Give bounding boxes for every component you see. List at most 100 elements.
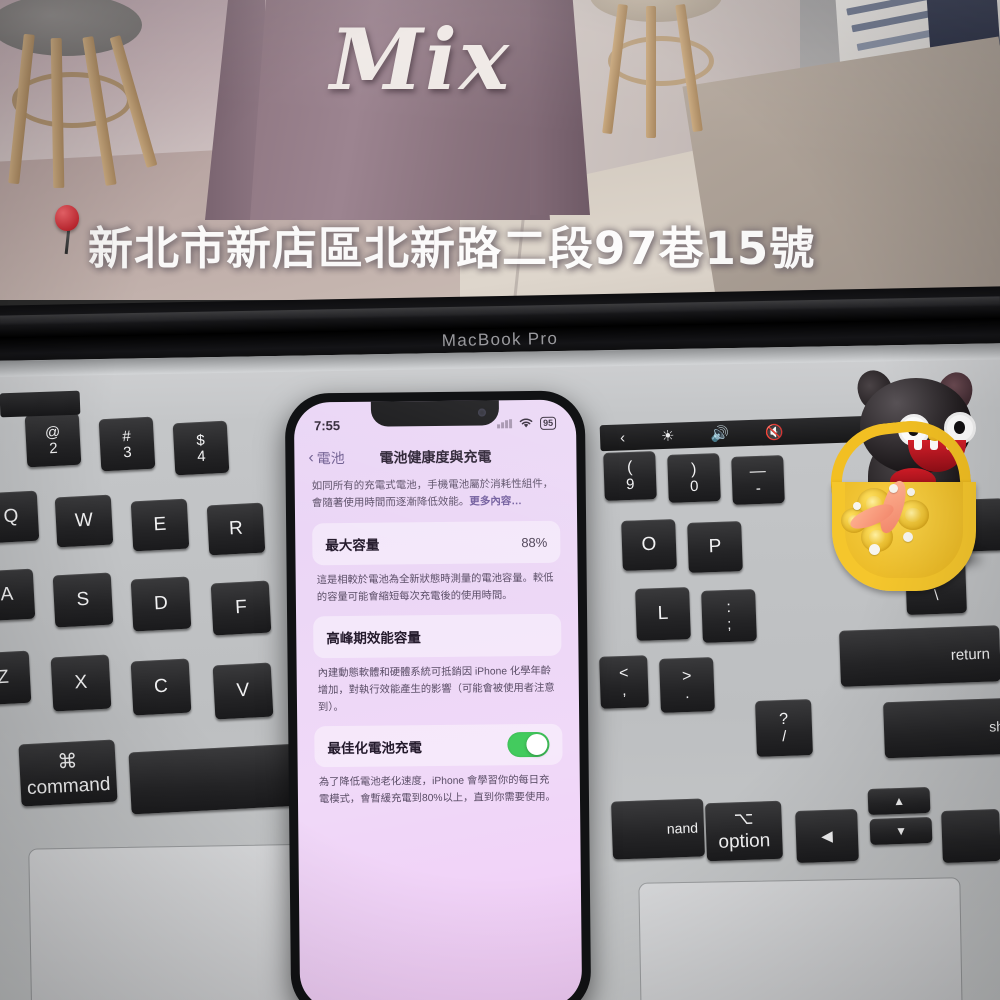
key-option-right-label: option (718, 830, 771, 853)
key-command-right[interactable]: nand (611, 798, 705, 860)
key-2[interactable]: @ 2 (24, 412, 82, 468)
trackpad-right[interactable] (638, 877, 964, 1000)
toggle-knob (526, 734, 548, 756)
key-command-right-label: nand (666, 819, 699, 837)
brightness-icon[interactable]: ☀ (661, 427, 675, 444)
peak-performance-note: 內建動態軟體和硬體系統可抵銷因 iPhone 化學年齡增加，對執行效能產生的影響… (317, 666, 555, 713)
key-a-label: A (0, 583, 14, 606)
wifi-icon (519, 418, 533, 428)
mix-store-sign: Mix (330, 10, 511, 109)
key-command-left[interactable]: ⌘ command (18, 739, 118, 807)
key-a[interactable]: A (0, 568, 36, 622)
key-3-top: # (122, 428, 132, 446)
key-arrow-up[interactable]: ▲ (867, 786, 931, 816)
key-z[interactable]: Z (0, 650, 32, 706)
maximum-capacity-note: 這是相較於電池為全新狀態時測量的電池容量。較低的容量可能會縮短每次充電後的使用時… (316, 572, 554, 603)
key-minus-bottom: - (755, 479, 762, 497)
option-glyph-icon: ⌥ (733, 808, 754, 829)
key-comma[interactable]: < , (599, 655, 649, 709)
key-4-top: $ (196, 432, 206, 450)
bar-stool-right (580, 0, 740, 160)
more-info-link[interactable]: 更多內容… (469, 495, 522, 508)
status-indicators: 95 (497, 416, 557, 430)
key-2-top: @ (44, 423, 61, 442)
key-c[interactable]: C (130, 658, 192, 716)
iphone-device: 7:55 95 ‹ 電池 電池健康度與充電 如同所有的充電式電池，手機電池屬於消… (284, 390, 592, 1000)
key-q-label: Q (3, 505, 19, 528)
garnish-2 (903, 532, 913, 542)
key-4[interactable]: $ 4 (172, 420, 230, 476)
key-arrow-right[interactable] (941, 809, 1000, 863)
key-0-bottom: 0 (689, 477, 699, 495)
key-r-label: R (228, 517, 244, 540)
garnish-3 (869, 544, 880, 555)
key-x-label: X (74, 671, 88, 694)
key-9[interactable]: ( 9 (603, 451, 657, 501)
key-backslash-bottom: \ (933, 586, 939, 604)
key-q[interactable]: Q (0, 490, 40, 544)
key-w[interactable]: W (54, 494, 114, 548)
key-comma-bottom: , (621, 681, 627, 699)
arrow-left-icon: ◀ (820, 827, 834, 846)
peak-performance-label: 高峰期效能容量 (326, 630, 421, 647)
key-o[interactable]: O (621, 519, 677, 571)
status-bar: 7:55 95 (294, 412, 576, 437)
key-arrow-left[interactable]: ◀ (795, 808, 859, 864)
photo-scene: Mix 新北市新店區北新路二段97巷15號 MacBook Pro @ 2 # … (0, 0, 1000, 1000)
key-0[interactable]: ) 0 (667, 453, 721, 503)
page-title: 電池健康度與充電 (379, 448, 492, 466)
key-x[interactable]: X (50, 654, 112, 712)
back-icon[interactable]: ‹ (620, 429, 626, 446)
key-f-label: F (234, 596, 248, 619)
laptop-display: Mix 新北市新店區北新路二段97巷15號 (0, 0, 1000, 300)
volume-up-icon[interactable]: 🔊 (710, 425, 729, 443)
settings-content: 如同所有的充電式電池，手機電池屬於消耗性組件，會隨著使用時間而逐漸降低效能。更多… (295, 476, 581, 820)
key-4-bottom: 4 (196, 447, 207, 466)
key-command-left-label: command (26, 773, 111, 799)
key-w-label: W (74, 509, 94, 532)
key-e[interactable]: E (130, 498, 190, 552)
key-f[interactable]: F (210, 580, 272, 636)
key-return-label: return (950, 645, 991, 664)
key-period-top: > (681, 667, 692, 686)
optimized-battery-charging-row[interactable]: 最佳化電池充電 (314, 724, 563, 768)
navigation-bar: ‹ 電池 電池健康度與充電 (294, 444, 576, 473)
key-o-label: O (641, 533, 657, 556)
touchbar-segment-left[interactable] (0, 390, 81, 418)
key-shift-right[interactable]: sh (883, 697, 1000, 759)
mute-icon[interactable]: 🔇 (765, 423, 784, 441)
peak-performance-row[interactable]: 高峰期效能容量 (313, 614, 562, 659)
battery-level-indicator: 95 (539, 416, 557, 430)
garnish-4 (853, 502, 861, 510)
key-semicolon[interactable]: : ; (701, 589, 757, 643)
key-v-label: V (236, 679, 250, 702)
key-e-label: E (153, 513, 167, 536)
trackpad-left[interactable] (28, 843, 334, 1000)
key-3-bottom: 3 (122, 443, 133, 462)
black-cat-figurine (824, 365, 998, 591)
key-arrow-down[interactable]: ▼ (869, 816, 933, 846)
key-l[interactable]: L (635, 587, 691, 641)
key-v[interactable]: V (212, 662, 274, 720)
key-option-right[interactable]: ⌥ option (705, 800, 783, 862)
optimized-battery-charging-toggle[interactable] (507, 732, 550, 758)
key-r[interactable]: R (206, 502, 266, 556)
key-3[interactable]: # 3 (98, 416, 156, 472)
key-slash[interactable]: ? / (755, 699, 813, 757)
bar-stool-left (0, 0, 160, 194)
key-p-label: P (708, 535, 722, 558)
key-return[interactable]: return (839, 625, 1000, 687)
maximum-capacity-row[interactable]: 最大容量 88% (312, 520, 561, 566)
arrow-down-icon: ▼ (894, 823, 908, 839)
key-p[interactable]: P (687, 521, 743, 573)
key-minus[interactable]: — - (731, 455, 785, 505)
key-period[interactable]: > . (659, 657, 715, 713)
key-d[interactable]: D (130, 576, 192, 632)
key-s[interactable]: S (52, 572, 114, 628)
key-period-bottom: . (684, 684, 690, 702)
status-time: 7:55 (313, 417, 341, 433)
key-semicolon-top: : (726, 598, 732, 617)
address-overlay-text: 新北市新店區北新路二段97巷15號 (88, 222, 816, 275)
key-slash-top: ? (778, 710, 789, 729)
key-space[interactable] (128, 743, 302, 815)
